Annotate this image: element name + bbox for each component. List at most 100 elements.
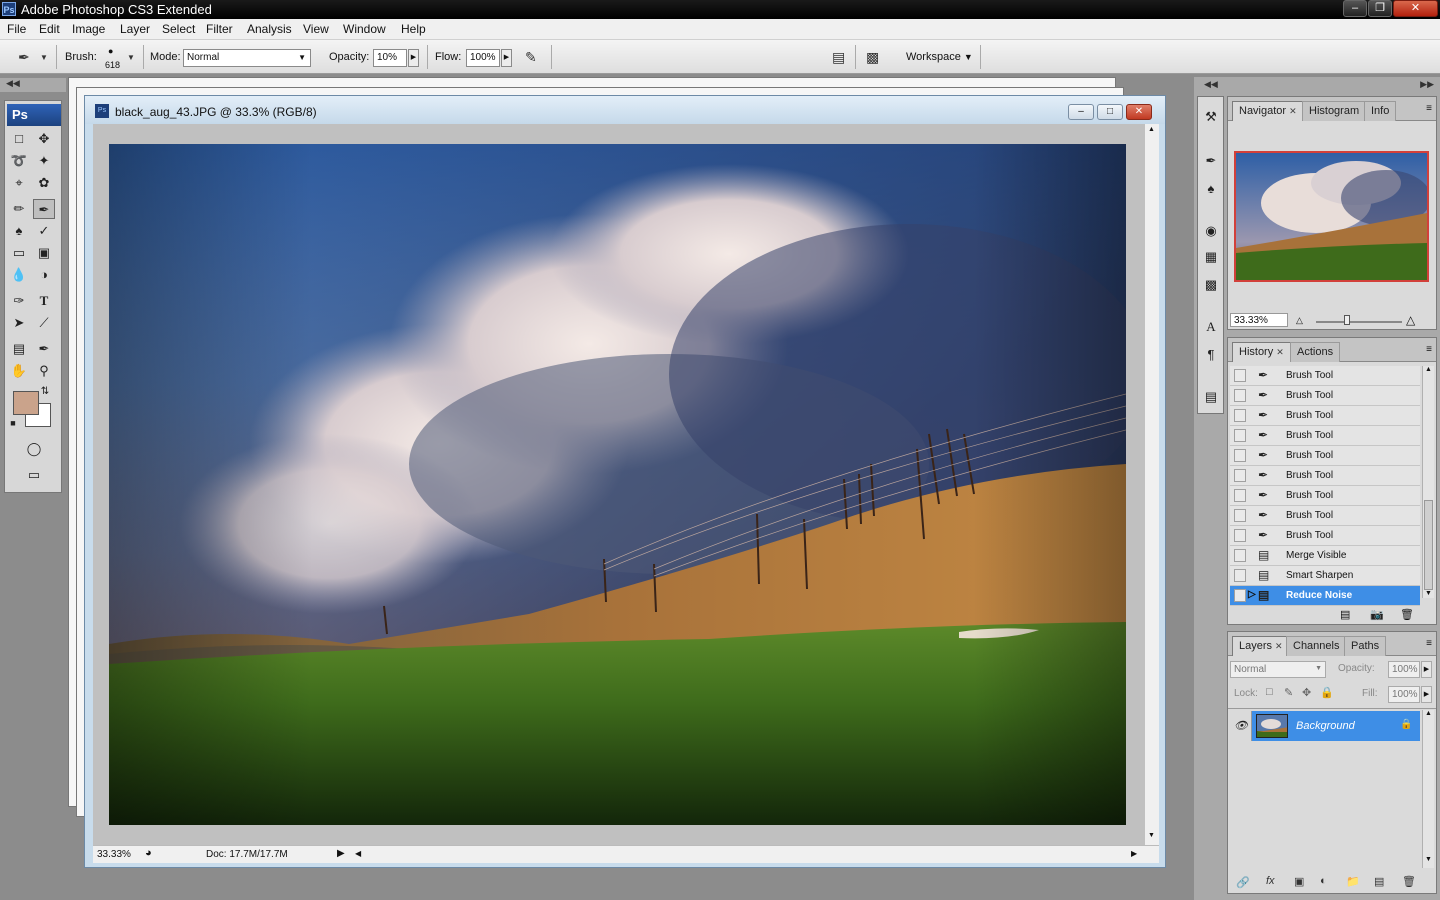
fill-input[interactable]: 100%: [1388, 686, 1420, 703]
history-item[interactable]: ▤ Merge Visible: [1230, 546, 1420, 566]
history-source-checkbox[interactable]: [1234, 449, 1246, 462]
pen-tool-icon[interactable]: ✑: [8, 291, 30, 311]
history-item[interactable]: ✒ Brush Tool: [1230, 426, 1420, 446]
history-source-checkbox[interactable]: [1234, 529, 1246, 542]
minimize-button[interactable]: –: [1343, 0, 1367, 17]
scroll-thumb[interactable]: [1424, 500, 1433, 590]
styles-panel-icon[interactable]: ▩: [1201, 275, 1221, 295]
scroll-up-arrow-icon[interactable]: ▲: [1425, 710, 1432, 717]
lock-all-icon[interactable]: 🔒: [1320, 686, 1334, 699]
panel-menu-icon[interactable]: ≡: [1426, 103, 1432, 114]
fill-arrow-icon[interactable]: ▶: [1421, 686, 1432, 703]
foreground-color-swatch[interactable]: [13, 391, 39, 415]
clone-source-icon[interactable]: ♠: [1201, 179, 1221, 199]
blur-tool-icon[interactable]: 💧: [8, 265, 30, 285]
history-item[interactable]: ✒ Brush Tool: [1230, 506, 1420, 526]
line-tool-icon[interactable]: ⟋: [33, 313, 55, 333]
layer-name[interactable]: Background: [1296, 720, 1355, 732]
character-panel-icon[interactable]: A: [1201, 317, 1221, 337]
lock-position-icon[interactable]: ✥: [1302, 686, 1311, 699]
add-mask-icon[interactable]: ▣: [1294, 875, 1304, 888]
type-tool-icon[interactable]: T: [33, 291, 55, 311]
scroll-up-arrow-icon[interactable]: ▲: [1148, 126, 1155, 133]
menu-select[interactable]: Select: [162, 22, 195, 36]
history-source-checkbox[interactable]: [1234, 389, 1246, 402]
history-scrollbar[interactable]: ▲ ▼: [1422, 366, 1434, 598]
tab-histogram[interactable]: Histogram: [1302, 101, 1367, 121]
doc-maximize-button[interactable]: □: [1097, 104, 1123, 120]
layer-visibility-toggle[interactable]: 👁: [1230, 711, 1252, 741]
healing-brush-tool-icon[interactable]: ✏: [8, 199, 30, 219]
tab-navigator[interactable]: Navigator ✕: [1232, 101, 1304, 121]
tab-info[interactable]: Info: [1364, 101, 1397, 121]
move-tool-icon[interactable]: ✥: [33, 129, 55, 149]
slider-thumb[interactable]: [1344, 315, 1350, 325]
lock-transparency-icon[interactable]: □: [1266, 686, 1273, 698]
link-layers-icon[interactable]: 🔗: [1236, 876, 1250, 889]
new-group-icon[interactable]: 📁: [1346, 875, 1360, 888]
layers-scrollbar[interactable]: ▲ ▼: [1422, 710, 1434, 868]
panel-menu-icon[interactable]: ≡: [1426, 638, 1432, 649]
doc-close-button[interactable]: ✕: [1126, 104, 1152, 120]
trash-icon[interactable]: 🗑: [1402, 875, 1416, 888]
navigator-thumbnail[interactable]: [1234, 151, 1429, 282]
tools-preset-icon[interactable]: ⚒: [1201, 107, 1221, 127]
history-source-checkbox[interactable]: [1234, 509, 1246, 522]
history-source-checkbox[interactable]: [1234, 429, 1246, 442]
new-document-from-state-icon[interactable]: ▤: [1340, 608, 1350, 621]
paragraph-panel-icon[interactable]: ¶: [1201, 345, 1221, 365]
quick-mask-icon[interactable]: ◯: [23, 439, 45, 459]
brushes-panel-icon[interactable]: ✒: [1201, 151, 1221, 171]
history-item[interactable]: ✒ Brush Tool: [1230, 386, 1420, 406]
scroll-left-arrow-icon[interactable]: ◀: [355, 849, 361, 858]
history-item[interactable]: ✒ Brush Tool: [1230, 446, 1420, 466]
menu-filter[interactable]: Filter: [206, 22, 233, 36]
slice-tool-icon[interactable]: ✿: [33, 173, 55, 193]
history-source-checkbox[interactable]: [1234, 549, 1246, 562]
flow-input[interactable]: 100%: [466, 49, 500, 67]
history-item[interactable]: ✒ Brush Tool: [1230, 526, 1420, 546]
status-menu-arrow-icon[interactable]: ▶: [337, 848, 345, 859]
swap-colors-icon[interactable]: ⇅: [38, 385, 52, 399]
toolbox-header[interactable]: ◀◀: [0, 78, 66, 92]
brush-tool-icon[interactable]: ✒: [33, 199, 55, 219]
zoom-out-icon[interactable]: △: [1296, 315, 1303, 326]
color-panel-icon[interactable]: ◉: [1201, 221, 1221, 241]
lock-pixels-icon[interactable]: ✎: [1284, 686, 1293, 699]
tab-paths[interactable]: Paths: [1344, 636, 1387, 656]
close-icon[interactable]: ✕: [1275, 641, 1283, 651]
hand-tool-icon[interactable]: ✋: [8, 361, 30, 381]
doc-minimize-button[interactable]: –: [1068, 104, 1094, 120]
marquee-tool-icon[interactable]: □: [8, 129, 30, 149]
notes-panel-icon[interactable]: ▤: [1201, 387, 1221, 407]
history-source-checkbox[interactable]: [1234, 489, 1246, 502]
path-selection-tool-icon[interactable]: ➤: [8, 313, 30, 333]
gradient-tool-icon[interactable]: ▣: [33, 243, 55, 263]
zoom-readout[interactable]: 33.33%: [97, 849, 131, 860]
scroll-down-arrow-icon[interactable]: ▼: [1425, 856, 1432, 863]
new-snapshot-icon[interactable]: 📷: [1370, 608, 1384, 621]
zoom-tool-icon[interactable]: ⚲: [33, 361, 55, 381]
eyedropper-tool-icon[interactable]: ✒: [33, 339, 55, 359]
scroll-down-arrow-icon[interactable]: ▼: [1148, 832, 1155, 839]
history-item[interactable]: ▤ Smart Sharpen: [1230, 566, 1420, 586]
history-source-checkbox[interactable]: [1234, 469, 1246, 482]
blend-mode-select[interactable]: Normal ▼: [1230, 661, 1326, 678]
menu-image[interactable]: Image: [72, 22, 105, 36]
screen-mode-icon[interactable]: ▭: [23, 465, 45, 485]
history-item[interactable]: ✒ Brush Tool: [1230, 486, 1420, 506]
history-source-checkbox[interactable]: [1234, 569, 1246, 582]
layer-opacity-input[interactable]: 100%: [1388, 661, 1420, 678]
brush-size[interactable]: 618: [105, 60, 120, 70]
notes-tool-icon[interactable]: ▤: [8, 339, 30, 359]
layer-style-icon[interactable]: fx: [1266, 875, 1275, 887]
swatches-panel-icon[interactable]: ▦: [1201, 247, 1221, 267]
menu-file[interactable]: File: [7, 22, 26, 36]
adjustment-layer-icon[interactable]: ◐: [1320, 875, 1327, 887]
scroll-up-arrow-icon[interactable]: ▲: [1425, 366, 1432, 373]
crop-tool-icon[interactable]: ⌖: [8, 173, 30, 193]
brush-preset-icon[interactable]: ✒: [18, 49, 30, 66]
tab-actions[interactable]: Actions: [1290, 342, 1341, 362]
history-item[interactable]: ✒ Brush Tool: [1230, 366, 1420, 386]
menu-window[interactable]: Window: [343, 22, 386, 36]
